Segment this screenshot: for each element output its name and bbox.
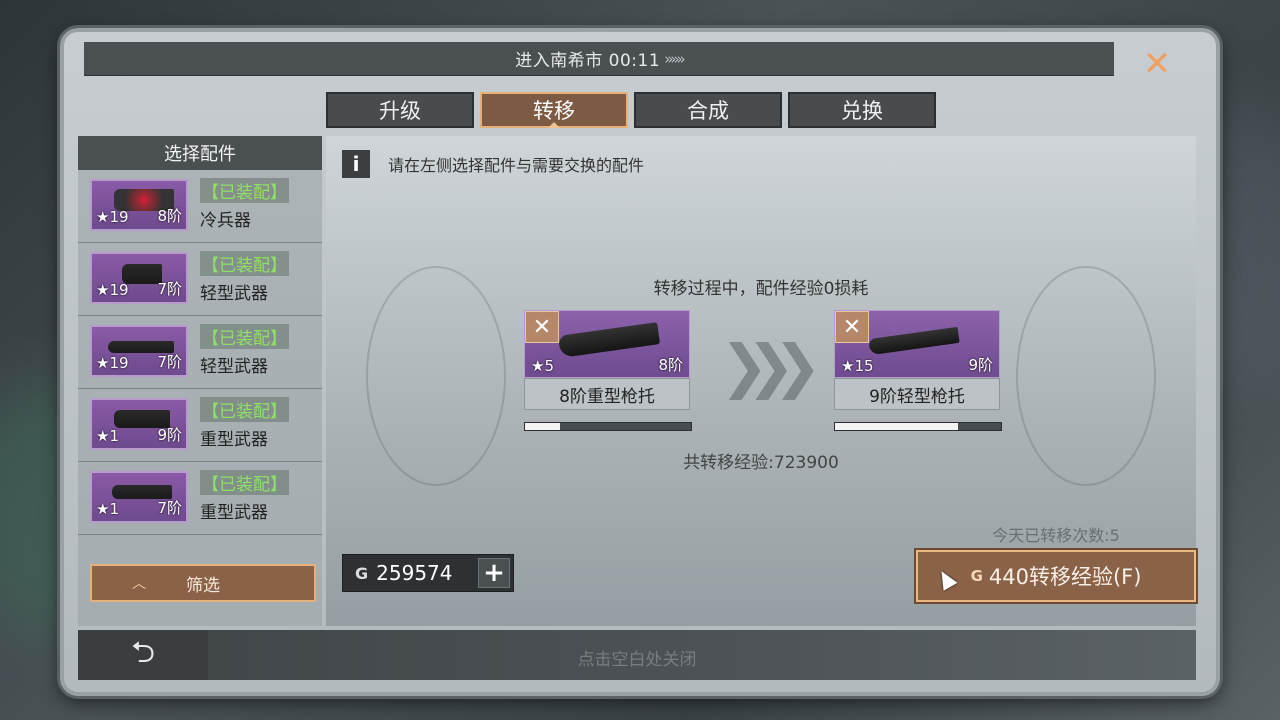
- transfer-panel: i 请在左侧选择配件与需要交换的配件 转移过程中，配件经验0损耗 ✕ ★5 8阶…: [326, 136, 1196, 626]
- title-text: 进入南希市 00:11: [515, 51, 661, 71]
- source-exp-fill: [525, 423, 560, 430]
- add-currency-button[interactable]: +: [478, 558, 510, 588]
- filter-button[interactable]: ︿ 筛选: [90, 564, 316, 602]
- item-name: 轻型武器: [200, 284, 268, 304]
- source-attachment-card[interactable]: ✕ ★5 8阶 8阶重型枪托: [524, 310, 690, 410]
- currency-display: G 259574 +: [342, 554, 514, 592]
- tab-label: 升级: [379, 99, 421, 123]
- star-rating: ★19: [96, 208, 129, 226]
- remove-source-button[interactable]: ✕: [525, 311, 559, 343]
- item-name: 轻型武器: [200, 357, 268, 377]
- source-attachment-art: ✕ ★5 8阶: [524, 310, 690, 378]
- title-bar: 进入南希市 00:11 »»»: [84, 42, 1114, 76]
- currency-amount: 259574: [376, 561, 453, 585]
- tab-synthesize[interactable]: 合成: [634, 92, 782, 128]
- item-name: 重型武器: [200, 430, 268, 450]
- star-rating: ★19: [96, 281, 129, 299]
- tab-label: 转移: [533, 99, 575, 123]
- total-exp-text: 共转移经验:723900: [683, 453, 839, 473]
- list-item[interactable]: ★1 9阶 【已装配】 重型武器: [78, 389, 322, 462]
- tab-bar: 升级 转移 合成 兑换: [326, 92, 936, 128]
- tier-label: 7阶: [157, 280, 182, 298]
- target-exp-fill: [835, 423, 958, 430]
- attachment-thumbnail: ★19 7阶: [90, 325, 188, 377]
- daily-transfer-count: 今天已转移次数:5: [992, 526, 1120, 545]
- tier-label: 8阶: [658, 356, 683, 374]
- target-exp-bar: [834, 422, 1002, 431]
- target-attachment-card[interactable]: ✕ ★15 9阶 9阶轻型枪托: [834, 310, 1000, 410]
- instruction-text: 请在左侧选择配件与需要交换的配件: [388, 156, 645, 175]
- target-attachment-label: 9阶轻型枪托: [834, 378, 1000, 410]
- item-name: 重型武器: [200, 503, 268, 523]
- tab-label: 合成: [687, 99, 729, 123]
- tier-label: 7阶: [157, 353, 182, 371]
- tap-to-close-hint[interactable]: 点击空白处关闭: [78, 645, 1196, 670]
- equipped-badge: 【已装配】: [200, 251, 289, 276]
- attachment-thumbnail: ★1 7阶: [90, 471, 188, 523]
- bottom-bar: ⮌ 点击空白处关闭: [78, 630, 1196, 680]
- equipped-badge: 【已装配】: [200, 470, 289, 495]
- tier-label: 7阶: [157, 499, 182, 517]
- stock-icon: [868, 326, 960, 356]
- star-rating: ★15: [841, 357, 874, 375]
- source-exp-bar: [524, 422, 692, 431]
- transfer-button-label: 440转移经验(F): [988, 565, 1142, 589]
- close-x-icon: ✕: [1142, 44, 1172, 84]
- gold-coin-icon: G: [355, 563, 369, 583]
- attachment-list-header: 选择配件: [78, 136, 322, 170]
- source-attachment-label: 8阶重型枪托: [524, 378, 690, 410]
- close-button[interactable]: ✕: [1114, 42, 1200, 86]
- list-item[interactable]: ★19 8阶 【已装配】 冷兵器: [78, 170, 322, 243]
- attachment-thumbnail: ★1 9阶: [90, 398, 188, 450]
- transfer-arrows-icon: ❯❯❯: [720, 332, 822, 400]
- tier-label: 9阶: [157, 426, 182, 444]
- equipped-badge: 【已装配】: [200, 324, 289, 349]
- filter-label: 筛选: [186, 575, 220, 596]
- tier-label: 8阶: [157, 207, 182, 225]
- star-rating: ★5: [531, 357, 554, 375]
- stock-icon: [557, 322, 661, 358]
- tab-label: 兑换: [841, 99, 883, 123]
- chevron-icon: »»»: [664, 49, 685, 68]
- tab-upgrade[interactable]: 升级: [326, 92, 474, 128]
- attachment-thumbnail: ★19 7阶: [90, 252, 188, 304]
- list-item[interactable]: ★1 7阶 【已装配】 重型武器: [78, 462, 322, 535]
- tier-label: 9阶: [968, 356, 993, 374]
- chevron-up-icon: ︿: [132, 576, 146, 592]
- star-rating: ★19: [96, 354, 129, 372]
- info-icon[interactable]: i: [342, 150, 370, 178]
- list-item[interactable]: ★19 7阶 【已装配】 轻型武器: [78, 316, 322, 389]
- star-rating: ★1: [96, 500, 119, 518]
- star-rating: ★1: [96, 427, 119, 445]
- equipped-badge: 【已装配】: [200, 178, 289, 203]
- attachment-list-panel: 选择配件 ★19 8阶 【已装配】 冷兵器 ★19 7阶 【已装配】 轻型武器 …: [78, 136, 322, 626]
- transfer-exp-button[interactable]: G 440转移经验(F): [916, 550, 1196, 602]
- list-item[interactable]: ★19 7阶 【已装配】 轻型武器: [78, 243, 322, 316]
- equipped-badge: 【已装配】: [200, 397, 289, 422]
- remove-target-button[interactable]: ✕: [835, 311, 869, 343]
- tab-exchange[interactable]: 兑换: [788, 92, 936, 128]
- target-attachment-art: ✕ ★15 9阶: [834, 310, 1000, 378]
- attachment-thumbnail: ★19 8阶: [90, 179, 188, 231]
- gold-coin-icon: G: [970, 567, 983, 585]
- transfer-window: 进入南希市 00:11 »»» ✕ 升级 转移 合成 兑换 选择配件 ★19 8…: [60, 28, 1220, 696]
- item-name: 冷兵器: [200, 211, 251, 231]
- process-note: 转移过程中，配件经验0损耗: [653, 279, 869, 299]
- tab-transfer[interactable]: 转移: [480, 92, 628, 128]
